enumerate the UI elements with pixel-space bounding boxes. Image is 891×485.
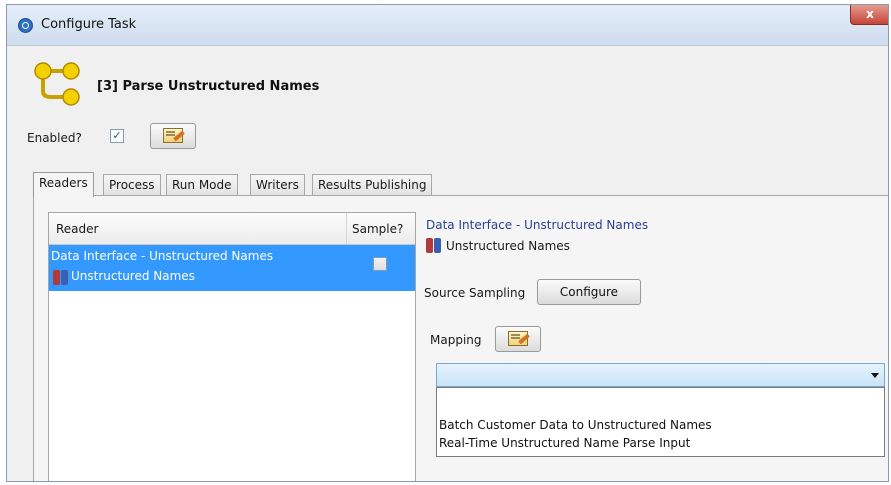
app-logo-icon [18,18,33,33]
window-title: Configure Task [41,17,137,32]
reader-name: Unstructured Names [446,239,570,253]
column-header-sample[interactable]: Sample? [347,213,415,245]
readers-panel: Reader Sample? Data Interface - Unstruct… [33,195,888,481]
source-sampling-label: Source Sampling [424,286,526,300]
tab-process[interactable]: Process [103,174,161,196]
tab-run-mode[interactable]: Run Mode [166,174,238,196]
data-source-icon [53,270,69,285]
mapping-edit-button[interactable] [495,326,541,352]
dropdown-option[interactable]: Batch Customer Data to Unstructured Name… [439,418,712,432]
table-row[interactable]: Data Interface - Unstructured Names Unst… [49,245,415,291]
enabled-label: Enabled? [27,131,82,145]
data-source-icon [426,238,442,253]
task-title: [3] Parse Unstructured Names [97,79,320,94]
title-bar[interactable]: Configure Task x [7,5,888,46]
row-reader-name: Unstructured Names [71,269,195,283]
tab-results-publishing[interactable]: Results Publishing [312,174,433,196]
close-button[interactable]: x [850,5,888,25]
reader-table: Reader Sample? Data Interface - Unstruct… [48,212,416,481]
parse-task-icon [34,62,80,106]
mapping-select[interactable] [436,363,885,387]
enabled-checkbox[interactable]: ✓ [110,129,124,143]
row-interface-name: Data Interface - Unstructured Names [51,249,274,263]
configure-button[interactable]: Configure [537,279,641,305]
edit-task-button[interactable] [150,123,196,149]
column-header-reader[interactable]: Reader [49,213,347,245]
chevron-down-icon[interactable] [871,373,879,378]
sample-checkbox[interactable] [373,257,387,271]
data-interface-title: Data Interface - Unstructured Names [426,218,649,232]
dropdown-option[interactable]: Real-Time Unstructured Name Parse Input [439,436,690,450]
mapping-label: Mapping [430,333,482,347]
edit-icon [163,128,183,143]
tab-writers[interactable]: Writers [250,174,305,196]
tab-readers[interactable]: Readers [33,172,94,197]
configure-task-dialog: Configure Task x [3] Parse Unstructured … [6,4,889,482]
edit-icon [508,331,528,346]
mapping-dropdown-list: Batch Customer Data to Unstructured Name… [436,387,885,457]
